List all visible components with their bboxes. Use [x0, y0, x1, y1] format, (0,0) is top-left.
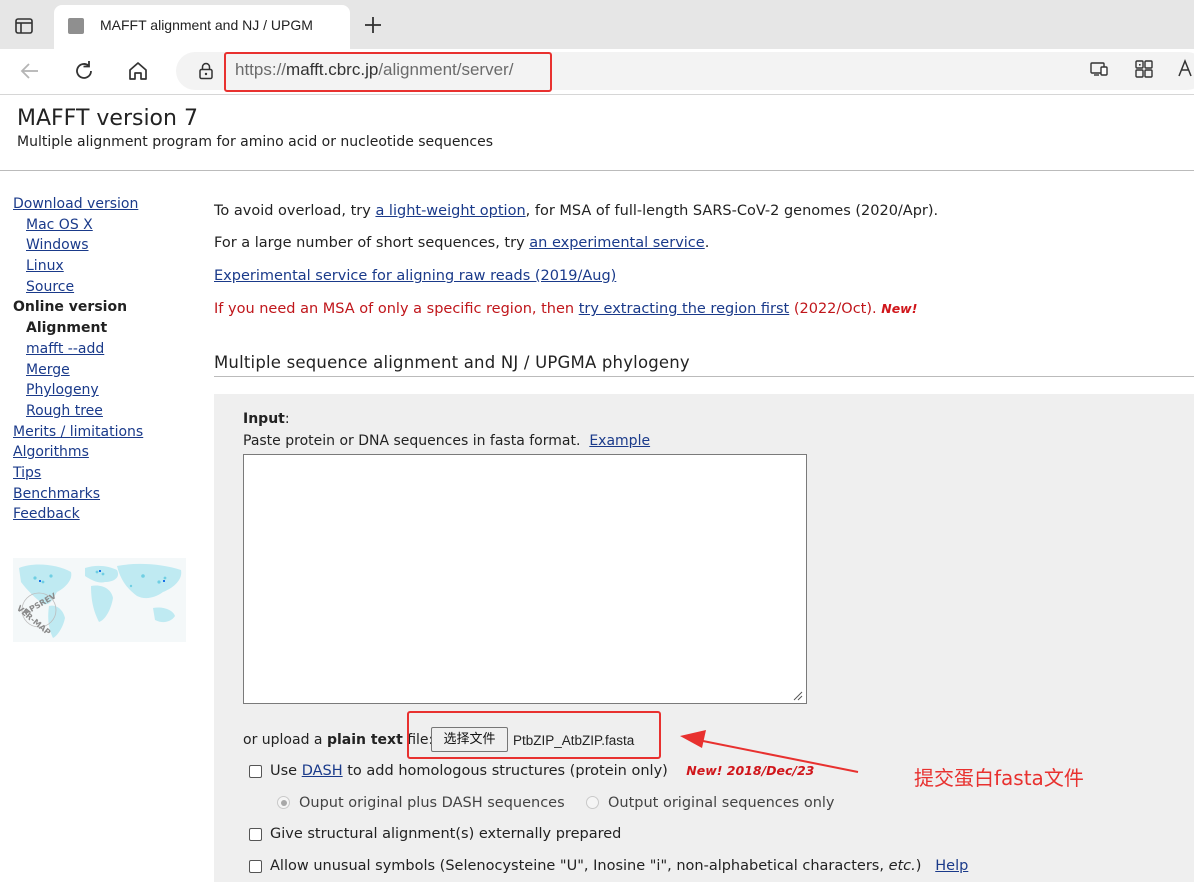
sidebar-heading-online-version: Online version: [13, 299, 128, 316]
section-divider: [214, 376, 1194, 377]
upload-text-bold: plain text: [326, 732, 403, 748]
new-badge: New!: [881, 301, 918, 316]
notice-2-text-post: .: [704, 235, 710, 251]
sidebar-item-merge[interactable]: Merge: [13, 360, 193, 381]
annotation-label: 提交蛋白fasta文件: [914, 766, 1084, 790]
notice-4-text-post: (2022/Oct).: [789, 301, 882, 317]
page-title: MAFFT version 7: [17, 106, 198, 131]
sidebar-item-source[interactable]: Source: [13, 277, 193, 298]
sidebar-item-mac-os-x[interactable]: Mac OS X: [13, 215, 193, 236]
input-label-bold: Input: [243, 411, 285, 427]
unusual-text-pre: Allow unusual symbols (Selenocysteine "U…: [270, 858, 889, 874]
sidebar-item-windows[interactable]: Windows: [13, 235, 193, 256]
unusual-symbols-checkbox[interactable]: [249, 860, 262, 873]
notice-short-sequences: For a large number of short sequences, t…: [214, 235, 709, 251]
sidebar-item-merits-limitations[interactable]: Merits / limitations: [13, 422, 193, 443]
sidebar-item-mafft-add[interactable]: mafft --add: [13, 339, 193, 360]
sidebar-item-benchmarks[interactable]: Benchmarks: [13, 484, 193, 505]
input-label-colon: :: [284, 411, 290, 427]
tab-title: MAFFT alignment and NJ / UPGM: [100, 17, 313, 33]
upload-text-pre: or upload a: [243, 732, 327, 748]
url-path: /alignment/server/: [378, 60, 514, 79]
dash-text-post: to add homologous structures (protein on…: [342, 763, 668, 779]
help-link[interactable]: Help: [935, 858, 968, 874]
notice-sars-cov-2: To avoid overload, try a light-weight op…: [214, 203, 938, 219]
sidebar-nav: Download version Mac OS X Windows Linux …: [13, 194, 193, 525]
dash-checkbox[interactable]: [249, 765, 262, 778]
app-available-icon[interactable]: [1088, 58, 1110, 80]
visitor-world-map-icon[interactable]: APSREV VER-MAP: [13, 558, 186, 642]
lock-icon[interactable]: [196, 61, 216, 81]
header-divider: [0, 170, 1194, 171]
dash-link[interactable]: DASH: [302, 763, 343, 779]
sidebar-item-download-version[interactable]: Download version: [13, 194, 193, 215]
notice-1-text-pre: To avoid overload, try: [214, 203, 376, 219]
browser-tab-active[interactable]: MAFFT alignment and NJ / UPGM: [54, 5, 350, 49]
radio-original-only-label: Output original sequences only: [608, 795, 835, 811]
sidebar-item-alignment: Alignment: [26, 320, 108, 337]
url-text[interactable]: https://mafft.cbrc.jp/alignment/server/: [235, 60, 513, 80]
radio-dash-plus-label: Ouput original plus DASH sequences: [299, 795, 565, 811]
back-arrow-icon[interactable]: [16, 57, 44, 85]
dash-text-pre: Use: [270, 763, 302, 779]
read-aloud-icon[interactable]: [1176, 58, 1194, 80]
upload-row: or upload a plain text file:: [243, 732, 433, 748]
extensions-grid-icon[interactable]: [1133, 58, 1155, 80]
unusual-symbols-label: Allow unusual symbols (Selenocysteine "U…: [270, 858, 968, 874]
extract-region-link[interactable]: try extracting the region first: [579, 301, 790, 317]
home-icon[interactable]: [124, 57, 152, 85]
radio-dash-plus-original[interactable]: [277, 796, 290, 809]
selected-file-name: PtbZIP_AtbZIP.fasta: [513, 733, 635, 748]
resize-grip-icon[interactable]: [793, 691, 803, 701]
notice-1-text-post: , for MSA of full-length SARS-CoV-2 geno…: [525, 203, 939, 219]
notice-4-text-pre: If you need an MSA of only a specific re…: [214, 301, 579, 317]
light-weight-option-link[interactable]: a light-weight option: [375, 203, 525, 219]
radio-original-only[interactable]: [586, 796, 599, 809]
browser-toolbar: https://mafft.cbrc.jp/alignment/server/: [0, 49, 1194, 95]
input-hint: Paste protein or DNA sequences in fasta …: [243, 433, 650, 449]
browser-tab-bar: MAFFT alignment and NJ / UPGM: [0, 0, 1194, 49]
notice-specific-region: If you need an MSA of only a specific re…: [214, 301, 917, 317]
choose-file-button[interactable]: 选择文件: [431, 727, 508, 752]
reload-icon[interactable]: [70, 57, 98, 85]
sidebar-item-tips[interactable]: Tips: [13, 463, 193, 484]
alignment-form: Input: Paste protein or DNA sequences in…: [214, 394, 1194, 882]
new-tab-plus-icon[interactable]: [360, 12, 386, 38]
sequence-input[interactable]: [243, 454, 807, 704]
sidebar-item-rough-tree[interactable]: Rough tree: [13, 401, 193, 422]
sidebar-item-feedback[interactable]: Feedback: [13, 504, 193, 525]
sidebar-item-phylogeny[interactable]: Phylogeny: [13, 380, 193, 401]
input-label: Input:: [243, 411, 290, 427]
page-subtitle: Multiple alignment program for amino aci…: [17, 134, 494, 150]
notice-2-text-pre: For a large number of short sequences, t…: [214, 235, 530, 251]
structural-alignment-checkbox[interactable]: [249, 828, 262, 841]
sidebar-item-algorithms[interactable]: Algorithms: [13, 442, 193, 463]
section-heading: Multiple sequence alignment and NJ / UPG…: [214, 353, 690, 372]
tab-actions-icon[interactable]: [10, 12, 38, 40]
unusual-text-etc: etc.: [888, 858, 916, 874]
notice-raw-reads: Experimental service for aligning raw re…: [214, 268, 616, 284]
page-favicon-icon: [68, 18, 84, 34]
sidebar-item-linux[interactable]: Linux: [13, 256, 193, 277]
input-hint-text: Paste protein or DNA sequences in fasta …: [243, 433, 581, 449]
example-link[interactable]: Example: [589, 433, 650, 449]
structural-alignment-label: Give structural alignment(s) externally …: [270, 826, 622, 842]
url-host: mafft.cbrc.jp: [286, 60, 379, 79]
experimental-service-link[interactable]: an experimental service: [529, 235, 704, 251]
url-scheme: https://: [235, 60, 287, 79]
unusual-text-post: ): [915, 858, 922, 874]
raw-reads-service-link[interactable]: Experimental service for aligning raw re…: [214, 268, 616, 284]
annotation-arrow: [680, 730, 859, 773]
address-bar[interactable]: https://mafft.cbrc.jp/alignment/server/: [176, 52, 1194, 92]
